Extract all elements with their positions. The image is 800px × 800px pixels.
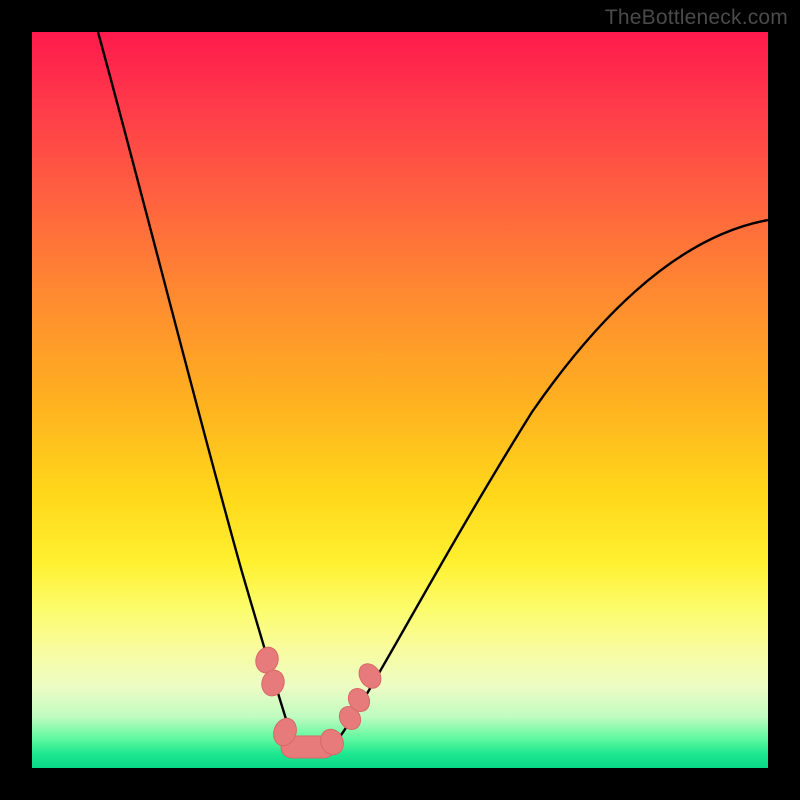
bottleneck-curve-right xyxy=(330,220,768,750)
chart-frame: TheBottleneck.com xyxy=(0,0,800,800)
curve-layer xyxy=(32,32,768,768)
watermark-text: TheBottleneck.com xyxy=(605,6,788,30)
marker-dot xyxy=(355,660,386,693)
marker-group xyxy=(253,644,386,758)
bottleneck-curve-left xyxy=(98,32,294,744)
plot-area xyxy=(32,32,768,768)
